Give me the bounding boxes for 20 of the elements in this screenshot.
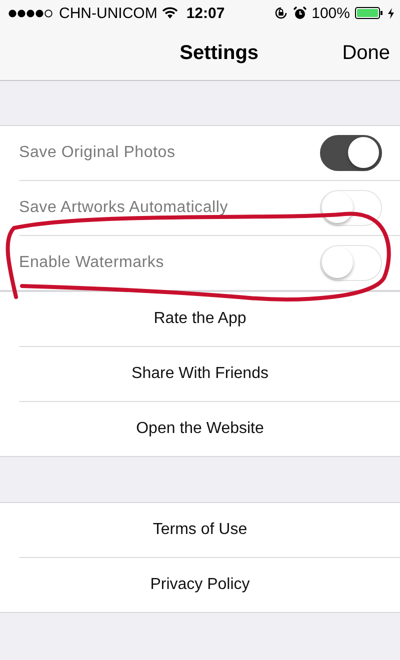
toggle-switch[interactable] xyxy=(320,135,382,171)
charging-bolt-icon xyxy=(388,8,394,18)
rotation-lock-icon xyxy=(274,6,288,20)
clock-time: 12:07 xyxy=(186,4,225,22)
menu-link[interactable]: Privacy Policy xyxy=(144,572,256,598)
battery-icon xyxy=(355,7,383,19)
setting-label: Save Original Photos xyxy=(19,144,176,162)
wifi-icon xyxy=(162,7,178,19)
done-button[interactable]: Done xyxy=(342,38,390,68)
battery-percent: 100% xyxy=(312,4,350,22)
setting-label: Save Artworks Automatically xyxy=(19,199,228,217)
menu-link[interactable]: Rate the App xyxy=(148,306,252,332)
screen-title: Settings xyxy=(180,42,259,64)
menu-link[interactable]: Open the Website xyxy=(130,416,270,442)
carrier-name: CHN-UNICOM xyxy=(59,4,158,22)
alarm-icon xyxy=(292,6,307,20)
signal-icon xyxy=(8,8,54,18)
menu-link[interactable]: Terms of Use xyxy=(146,517,254,543)
setting-label: Enable Watermarks xyxy=(19,254,164,272)
menu-link[interactable]: Share With Friends xyxy=(126,361,274,387)
